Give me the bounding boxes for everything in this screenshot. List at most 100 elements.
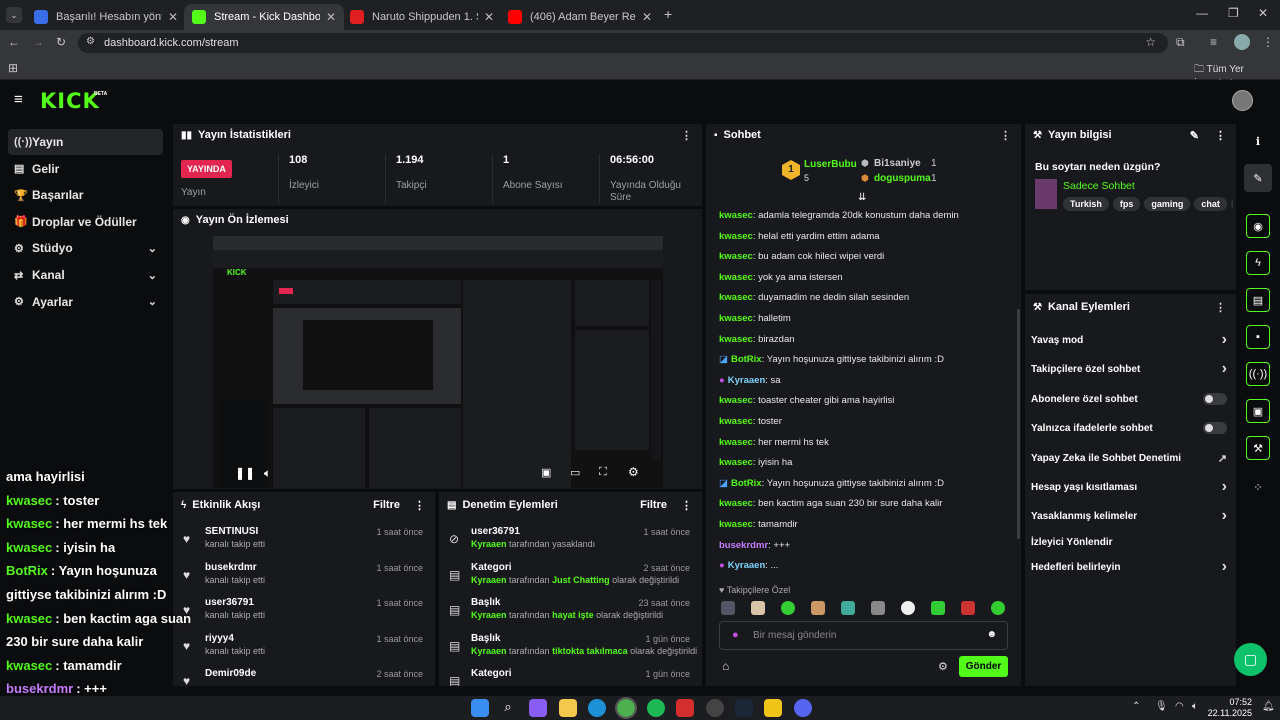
pause-icon[interactable]: ❚❚ <box>235 466 255 480</box>
mic-icon[interactable]: 🎙︎ <box>1155 701 1168 712</box>
channel-action-row[interactable]: Yasaklanmış kelimeler › <box>1031 506 1227 526</box>
chat-username[interactable]: BotRix <box>731 478 762 489</box>
wifi-icon[interactable]: ◠ <box>1175 701 1184 712</box>
sidebar-item[interactable]: 🎁 Droplar ve Ödüller <box>8 209 163 235</box>
activity-filter-button[interactable]: Filtre <box>373 499 400 511</box>
emoji-icon[interactable]: ☻ <box>986 629 997 640</box>
pip-icon[interactable]: ▣ <box>541 466 551 479</box>
emote[interactable] <box>901 601 915 615</box>
expand-icon[interactable]: ⇊ <box>858 192 866 203</box>
emote[interactable] <box>961 601 975 615</box>
site-info-icon[interactable]: ⚙ <box>86 36 95 47</box>
channel-action-row[interactable]: Yapay Zeka ile Sohbet Denetimi ↗ <box>1031 448 1227 468</box>
theater-icon[interactable]: ▭ <box>570 466 580 479</box>
steam-icon[interactable] <box>735 699 753 717</box>
chat-username[interactable]: kwasec <box>719 251 753 262</box>
settings-gear-icon[interactable]: ⚙ <box>628 465 639 479</box>
url-input[interactable]: ⚙ dashboard.kick.com/stream ☆ <box>78 33 1168 53</box>
kebab-icon[interactable]: ⋮ <box>414 499 425 512</box>
spotify-icon[interactable] <box>647 699 665 717</box>
star-icon[interactable]: ☆ <box>1145 35 1156 49</box>
tag-chip[interactable]: Turkish <box>1063 197 1109 211</box>
sidebar-item[interactable]: ▤ Gelir <box>8 156 163 182</box>
minimize-icon[interactable]: — <box>1196 6 1208 20</box>
chat-username[interactable]: kwasec <box>719 498 753 509</box>
gift-icon[interactable]: ⌂ <box>722 659 729 673</box>
channel-action-row[interactable]: Abonelere özel sohbet <box>1031 389 1227 409</box>
activity-user[interactable]: busekrdmr <box>205 562 257 573</box>
fullscreen-icon[interactable]: ⛶ <box>599 466 607 479</box>
kebab-menu-icon[interactable]: ⋮ <box>1262 35 1274 49</box>
moderation-target[interactable]: Kategori <box>471 562 512 573</box>
channel-action-row[interactable]: İzleyici Yönlendir <box>1031 532 1227 552</box>
edit-pencil-icon[interactable]: ✎ <box>1190 129 1199 142</box>
category-name[interactable]: Sadece Sohbet <box>1063 180 1135 192</box>
windows-start-icon[interactable] <box>471 699 489 717</box>
tab-4[interactable]: (406) Adam Beyer Red Room M ✕ <box>500 4 660 30</box>
chat-username[interactable]: kwasec <box>719 231 753 242</box>
chat-username[interactable]: kwasec <box>719 437 753 448</box>
chat-username[interactable]: kwasec <box>719 292 753 303</box>
kebab-icon[interactable]: ⋮ <box>1215 301 1226 314</box>
info-icon[interactable]: ℹ <box>1244 127 1272 155</box>
send-button[interactable]: Gönder <box>959 656 1008 677</box>
emote[interactable] <box>721 601 735 615</box>
edit-icon[interactable]: ✎ <box>1244 164 1272 192</box>
profile-avatar[interactable] <box>1234 34 1250 50</box>
tray-chevron-icon[interactable]: ⌃ <box>1132 701 1140 712</box>
moderation-target[interactable]: user36791 <box>471 526 520 537</box>
channel-action-row[interactable]: Takipçilere özel sohbet › <box>1031 359 1227 379</box>
menu-list-icon[interactable]: ≡ <box>1210 35 1217 49</box>
tab-1[interactable]: Başarılı! Hesabın yöntemiyle ba ✕ <box>26 4 186 30</box>
apps-icon[interactable]: ⁘ <box>1244 473 1272 501</box>
chat-username[interactable]: kwasec <box>719 519 753 530</box>
clock-time[interactable]: 07:52 <box>1216 697 1252 707</box>
search-icon[interactable]: ⌕ <box>499 699 517 717</box>
activity-user[interactable]: Demir09de <box>205 668 256 679</box>
shield-icon[interactable]: ▣ <box>1246 399 1270 423</box>
tag-chip[interactable]: chat <box>1194 197 1227 211</box>
chat-username[interactable]: Kyraaen <box>728 560 766 571</box>
emote[interactable] <box>841 601 855 615</box>
emote[interactable] <box>781 601 795 615</box>
maximize-icon[interactable]: ❐ <box>1228 6 1239 20</box>
close-icon[interactable]: ✕ <box>162 10 178 24</box>
chat-username[interactable]: kwasec <box>719 457 753 468</box>
apps-grid-icon[interactable]: ⊞ <box>8 61 18 75</box>
activity-user[interactable]: SENTINUSI <box>205 526 258 537</box>
tab-2-active[interactable]: Stream - Kick Dashboard ✕ <box>184 4 344 30</box>
chat-username[interactable]: kwasec <box>719 416 753 427</box>
edge-icon[interactable] <box>588 699 606 717</box>
moderation-filter-button[interactable]: Filtre <box>640 499 667 511</box>
folder-icon[interactable] <box>559 699 577 717</box>
chrome-icon[interactable] <box>615 697 637 719</box>
chat-username[interactable]: kwasec <box>719 210 753 221</box>
channel-action-row[interactable]: Yalnızca ifadelerle sohbet <box>1031 418 1227 438</box>
close-icon[interactable]: ✕ <box>478 10 494 24</box>
toggle-switch[interactable] <box>1203 422 1227 434</box>
camera-icon[interactable]: ◉ <box>1246 214 1270 238</box>
clock-date[interactable]: 22.11.2025 <box>1206 708 1252 718</box>
sidebar-item[interactable]: ((·)) Yayın <box>8 129 163 155</box>
chat-scrollbar[interactable] <box>1017 309 1020 539</box>
channel-action-row[interactable]: Hesap yaşı kısıtlaması › <box>1031 477 1227 497</box>
sidebar-item[interactable]: ⚙ Ayarlar ⌄ <box>8 289 163 315</box>
close-icon[interactable]: ✕ <box>320 10 336 24</box>
emote[interactable] <box>751 601 765 615</box>
window-close-icon[interactable]: ✕ <box>1258 6 1268 20</box>
back-icon[interactable]: ← <box>8 35 20 49</box>
kick-logo[interactable]: KICK <box>40 89 100 113</box>
emote[interactable] <box>811 601 825 615</box>
toggle-switch[interactable] <box>1203 393 1227 405</box>
new-tab-icon[interactable]: + <box>664 6 672 22</box>
kebab-icon[interactable]: ⋮ <box>681 499 692 512</box>
close-icon[interactable]: ✕ <box>636 10 652 24</box>
chat-username[interactable]: kwasec <box>719 313 753 324</box>
hamburger-menu-icon[interactable]: ≡ <box>14 92 28 108</box>
stream-video[interactable]: KICK <box>213 236 663 488</box>
document-icon[interactable]: ▤ <box>1246 288 1270 312</box>
moderator-name[interactable]: Kyraaen <box>471 539 507 549</box>
moderator-name[interactable]: Kyraaen <box>471 610 507 620</box>
user-avatar[interactable] <box>1232 90 1253 111</box>
sidebar-item[interactable]: ⚙ Stüdyo ⌄ <box>8 235 163 261</box>
